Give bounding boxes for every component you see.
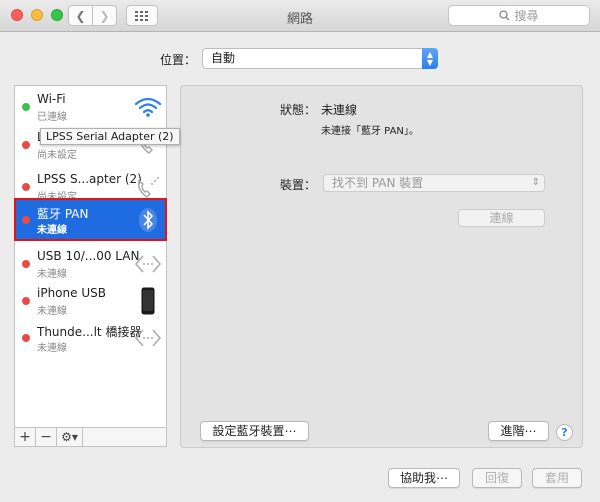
setup-bluetooth-device-button[interactable]: 設定藍牙裝置⋯: [200, 421, 309, 441]
service-name: LPSS S...apter (2): [37, 172, 142, 186]
gear-icon: ⚙▾: [61, 430, 78, 444]
question-icon: ?: [561, 426, 568, 439]
device-select[interactable]: 找不到 PAN 裝置 ⇕: [323, 174, 545, 192]
status-dot: [22, 103, 30, 111]
updown-chevron-icon: ⇕: [531, 177, 540, 188]
search-placeholder: 搜尋: [514, 9, 539, 23]
detail-panel: [180, 85, 583, 448]
service-status: 未連線: [37, 306, 67, 317]
service-name: Thunde...lt 橋接器: [37, 325, 142, 339]
status-label: 狀態：: [280, 103, 317, 117]
updown-chevron-icon: ▲ ▼: [422, 48, 438, 69]
add-service-button[interactable]: +: [15, 428, 36, 446]
ethernet-icon: [133, 249, 163, 279]
action-menu-button[interactable]: ⚙▾: [57, 428, 83, 446]
location-select[interactable]: 自動 ▲ ▼: [202, 48, 438, 69]
tooltip: LPSS Serial Adapter (2): [40, 128, 180, 145]
service-name: USB 10/...00 LAN: [37, 249, 140, 263]
service-item-thunderbolt-bridge[interactable]: Thunde...lt 橋接器 未連線: [15, 317, 166, 361]
status-value: 未連線: [321, 103, 358, 117]
remove-service-button[interactable]: −: [36, 428, 57, 446]
service-item-bluetooth-pan[interactable]: 藍牙 PAN 未連線: [14, 198, 167, 241]
location-value: 自動: [211, 51, 236, 65]
service-name: Wi-Fi: [37, 92, 66, 106]
location-label: 位置：: [160, 53, 197, 67]
revert-button[interactable]: 回復: [472, 468, 522, 488]
status-dot: [22, 260, 30, 268]
service-status: 未連線: [37, 269, 67, 280]
status-dot: [22, 297, 30, 305]
help-button[interactable]: ?: [556, 424, 573, 441]
advanced-button[interactable]: 進階⋯: [488, 421, 549, 441]
location-row: 位置： 自動 ▲ ▼: [0, 48, 600, 70]
status-dot: [22, 216, 30, 224]
service-status: 已連線: [37, 112, 67, 123]
status-dot: [22, 183, 30, 191]
service-name: 藍牙 PAN: [37, 207, 89, 221]
phone-icon: [133, 172, 163, 202]
bluetooth-icon: [133, 205, 163, 235]
device-label: 裝置：: [280, 178, 317, 192]
service-status: 未連線: [37, 343, 67, 354]
device-value: 找不到 PAN 裝置: [332, 176, 424, 190]
iphone-icon: [133, 286, 163, 316]
wifi-icon: [133, 92, 163, 122]
service-status: 未連線: [37, 225, 67, 236]
status-description: 未連接「藍牙 PAN」。: [321, 126, 419, 137]
minus-icon: −: [40, 429, 52, 445]
connect-button[interactable]: 連線: [458, 209, 545, 227]
search-icon: [499, 10, 510, 21]
search-field[interactable]: 搜尋: [448, 5, 590, 26]
status-dot: [22, 141, 30, 149]
service-name: iPhone USB: [37, 286, 106, 300]
service-list-toolbar: + − ⚙▾: [14, 427, 167, 447]
plus-icon: +: [19, 429, 31, 445]
ethernet-icon: [133, 323, 163, 353]
apply-button[interactable]: 套用: [532, 468, 582, 488]
title-bar: ❮ ❯ 網路 搜尋: [0, 0, 600, 32]
assist-me-button[interactable]: 協助我⋯: [388, 468, 460, 488]
service-status: 尚未設定: [37, 150, 77, 161]
status-dot: [22, 334, 30, 342]
